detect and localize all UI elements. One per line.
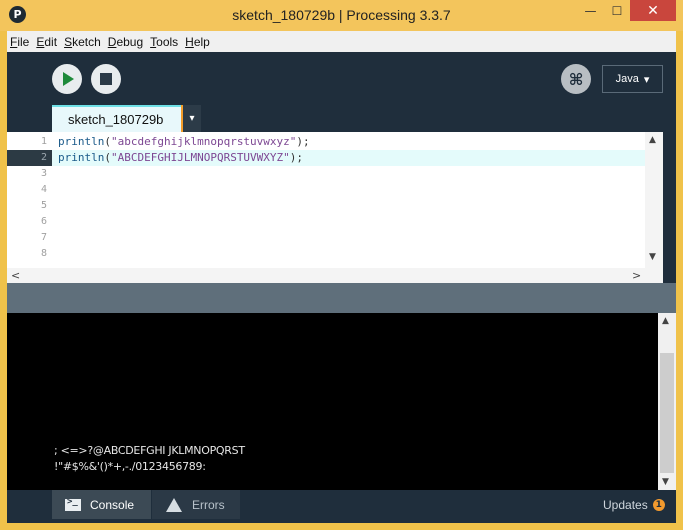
chevron-down-icon: ▾ bbox=[643, 73, 650, 86]
menu-sketch[interactable]: Sketch bbox=[61, 35, 105, 49]
menu-help[interactable]: Help bbox=[182, 35, 214, 49]
stop-button[interactable] bbox=[91, 64, 121, 94]
paren-open: ( bbox=[104, 151, 111, 164]
line-number: 3 bbox=[40, 168, 47, 179]
scroll-left-icon[interactable]: < bbox=[11, 269, 20, 282]
menu-debug[interactable]: Debug bbox=[105, 35, 147, 49]
debug-button[interactable]: ⌘ bbox=[561, 64, 591, 94]
updates-label: Updates bbox=[603, 498, 648, 512]
line-number: 1 bbox=[40, 136, 47, 147]
main-window: File Edit Sketch Debug Tools Help ⌘ Java… bbox=[7, 31, 676, 523]
editor-horizontal-scrollbar[interactable]: < > bbox=[7, 268, 663, 283]
line-number: 4 bbox=[40, 184, 47, 195]
updates-button[interactable]: Updates 1 bbox=[603, 498, 665, 512]
tab-errors[interactable]: Errors bbox=[152, 490, 240, 519]
line-number-current: 2 bbox=[7, 150, 52, 166]
tab-menu-button[interactable]: ▾ bbox=[181, 105, 201, 132]
debugger-icon: ⌘ bbox=[568, 69, 584, 89]
footer-bar: Console Errors Updates 1 bbox=[7, 490, 676, 523]
console-line: !"#$%&'()*+,-./0123456789: bbox=[54, 460, 206, 473]
function-name: println bbox=[58, 135, 105, 148]
console-icon bbox=[65, 497, 81, 511]
editor-vertical-scrollbar[interactable]: ▲ ▼ bbox=[645, 132, 663, 268]
string-literal: "abcdefghijklmnopqrstuvwxyz" bbox=[110, 135, 297, 148]
string-literal: "ABCDEFGHIJLMNOPQRSTUVWXYZ" bbox=[110, 151, 290, 164]
scroll-right-icon[interactable]: > bbox=[632, 269, 641, 282]
close-button[interactable]: ✕ bbox=[630, 0, 676, 21]
function-name: println bbox=[58, 151, 105, 164]
console-scrollbar[interactable]: ▲ ▼ bbox=[658, 313, 676, 490]
stop-icon bbox=[100, 73, 112, 85]
errors-tab-label: Errors bbox=[192, 497, 225, 512]
code-line-current[interactable]: println("ABCDEFGHIJLMNOPQRSTUVWXYZ"); bbox=[52, 150, 645, 166]
console-tab-label: Console bbox=[90, 497, 135, 512]
scroll-down-icon[interactable]: ▼ bbox=[662, 477, 669, 487]
line-number: 8 bbox=[40, 248, 47, 259]
editor-right-margin bbox=[663, 132, 676, 283]
mode-selector[interactable]: Java ▾ bbox=[602, 65, 663, 93]
tab-console[interactable]: Console bbox=[52, 490, 151, 519]
paren-close: ); bbox=[296, 135, 310, 148]
code-editor[interactable]: 1 2 3 4 5 6 7 8 println("abcdefghijklmno… bbox=[7, 132, 663, 268]
maximize-button[interactable]: ☐ bbox=[604, 0, 630, 21]
menu-file[interactable]: File bbox=[7, 35, 33, 49]
warning-icon bbox=[166, 497, 182, 512]
paren-open: ( bbox=[104, 135, 111, 148]
console-scroll-thumb[interactable] bbox=[660, 353, 674, 473]
line-number: 5 bbox=[40, 200, 47, 211]
scroll-down-icon[interactable]: ▼ bbox=[649, 252, 656, 262]
mode-label: Java bbox=[615, 73, 639, 85]
tab-bar: sketch_180729b ▾ bbox=[7, 105, 676, 132]
scroll-up-icon[interactable]: ▲ bbox=[662, 316, 669, 326]
play-icon bbox=[63, 72, 74, 86]
console-output: ; <=>?@ABCDEFGHI JKLMNOPQRST !"#$%&'()*+… bbox=[7, 313, 658, 490]
line-number: 7 bbox=[40, 232, 47, 243]
updates-count-badge: 1 bbox=[652, 499, 665, 511]
paren-close: ); bbox=[289, 151, 304, 164]
line-number: 6 bbox=[40, 216, 47, 227]
menu-tools[interactable]: Tools bbox=[147, 35, 182, 49]
minimize-button[interactable]: — bbox=[577, 0, 604, 21]
menu-bar: File Edit Sketch Debug Tools Help bbox=[7, 31, 676, 52]
toolbar: ⌘ Java ▾ bbox=[7, 52, 676, 105]
console-line: ; <=>?@ABCDEFGHI JKLMNOPQRST bbox=[54, 444, 245, 457]
menu-edit[interactable]: Edit bbox=[33, 35, 61, 49]
scroll-up-icon[interactable]: ▲ bbox=[649, 135, 656, 145]
run-button[interactable] bbox=[52, 64, 82, 94]
line-number-gutter: 1 2 3 4 5 6 7 8 bbox=[7, 132, 52, 268]
console-divider[interactable] bbox=[7, 283, 676, 313]
tab-sketch[interactable]: sketch_180729b bbox=[52, 105, 181, 132]
title-bar: P sketch_180729b | Processing 3.3.7 — ☐ … bbox=[0, 0, 683, 31]
code-line[interactable]: println("abcdefghijklmnopqrstuvwxyz"); bbox=[52, 134, 645, 150]
